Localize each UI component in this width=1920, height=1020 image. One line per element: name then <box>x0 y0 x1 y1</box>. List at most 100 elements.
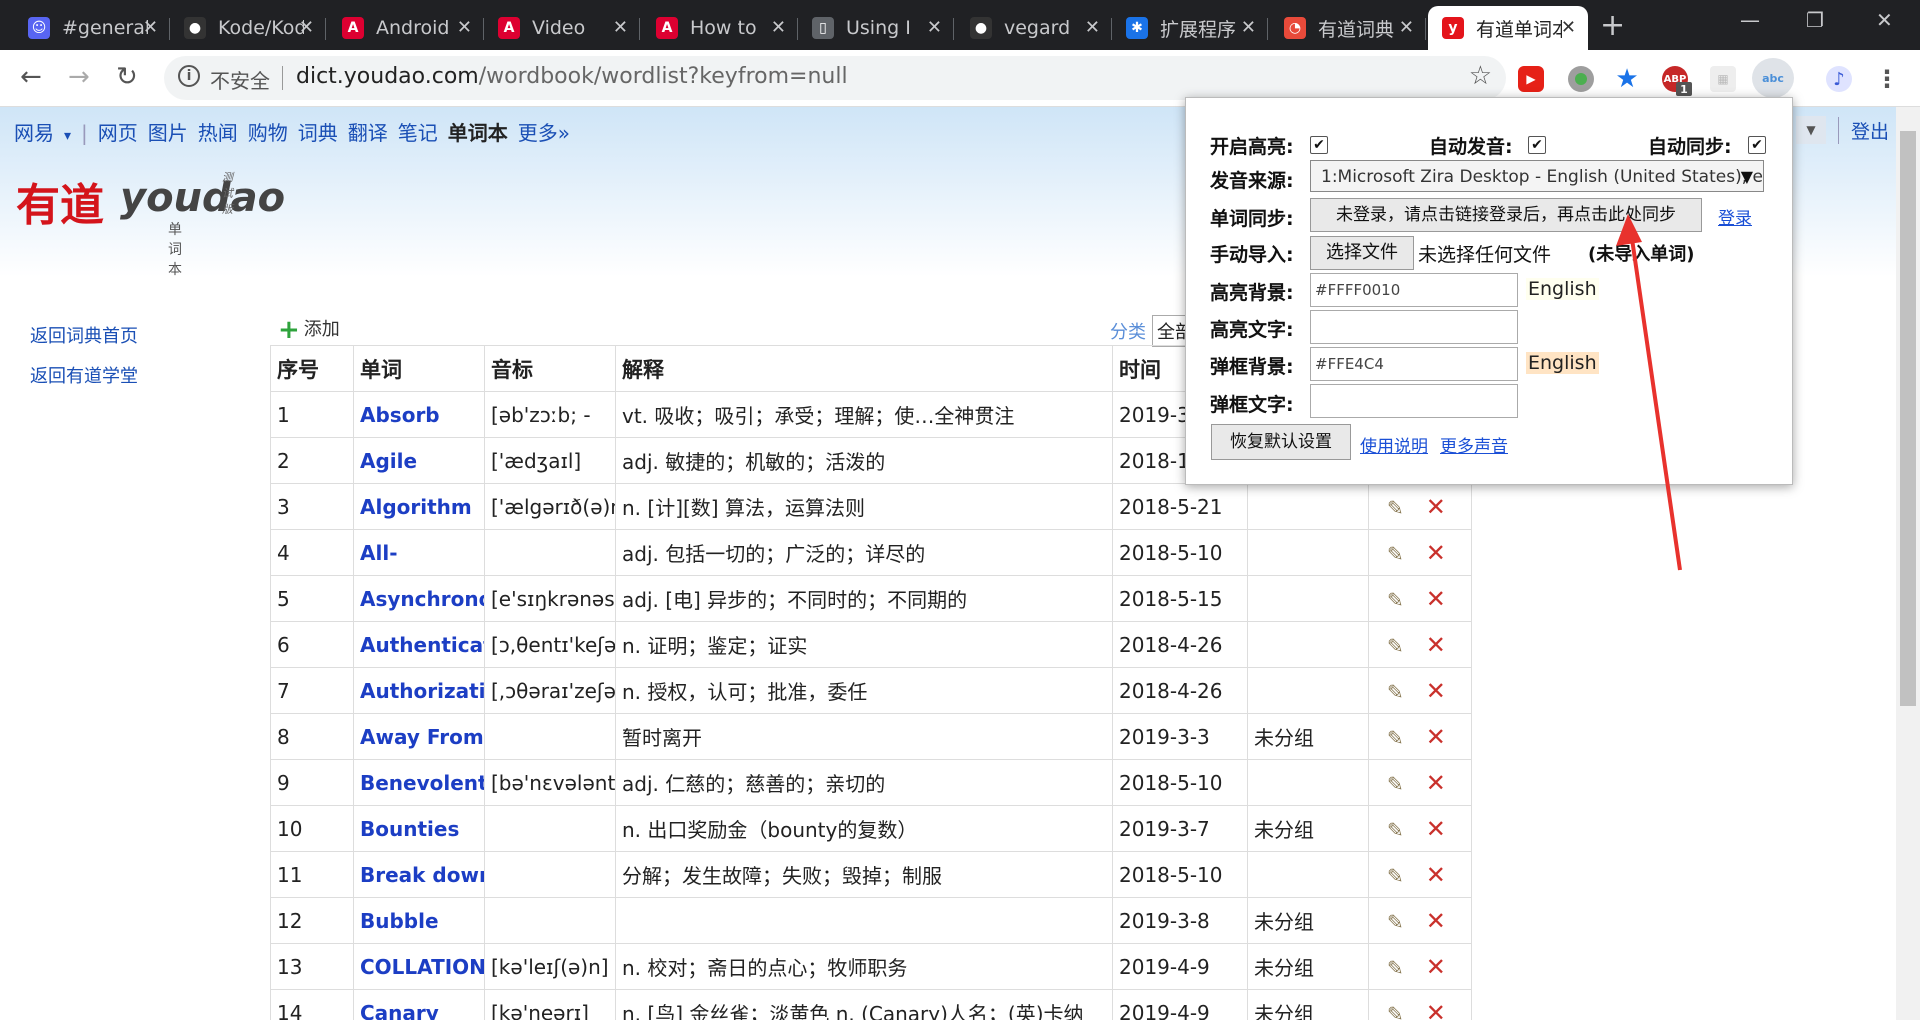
youdao-extension-icon[interactable]: abc <box>1752 58 1794 98</box>
delete-x-icon[interactable]: ✕ <box>1426 769 1446 797</box>
reload-icon[interactable]: ↻ <box>116 62 138 92</box>
row-word[interactable]: Away From <box>353 713 485 760</box>
reset-defaults-button[interactable]: 恢复默认设置 <box>1211 424 1351 460</box>
row-word[interactable]: Canary <box>353 989 485 1020</box>
row-word[interactable]: Bubble <box>353 897 485 944</box>
edit-pencil-icon[interactable]: ✎ <box>1387 910 1404 934</box>
minimize-icon[interactable]: — <box>1740 8 1760 32</box>
nav-item-netease[interactable]: 网易 ▾ <box>14 121 71 145</box>
close-tab-icon[interactable]: ✕ <box>1399 17 1414 38</box>
logout-link[interactable]: 登出 <box>1838 116 1889 144</box>
sync-button[interactable]: 未登录，请点击链接登录后，再点击此处同步 <box>1310 198 1702 232</box>
delete-x-icon[interactable]: ✕ <box>1426 953 1446 981</box>
delete-x-icon[interactable]: ✕ <box>1426 861 1446 889</box>
scrollbar-thumb[interactable] <box>1900 131 1916 706</box>
edit-pencil-icon[interactable]: ✎ <box>1387 588 1404 612</box>
row-word[interactable]: Authorization <box>353 667 485 714</box>
delete-x-icon[interactable]: ✕ <box>1426 999 1446 1020</box>
close-tab-icon[interactable]: ✕ <box>1241 17 1256 38</box>
edit-pencil-icon[interactable]: ✎ <box>1387 542 1404 566</box>
delete-x-icon[interactable]: ✕ <box>1426 539 1446 567</box>
youtube-extension-icon[interactable]: ▶ <box>1518 66 1544 92</box>
browser-tab[interactable]: ● vegard ✕ <box>956 6 1112 50</box>
url-text[interactable]: dict.youdao.com/wordbook/wordlist?keyfro… <box>296 64 848 89</box>
browser-tab[interactable]: ▯ Using I ✕ <box>798 6 954 50</box>
nav-item-news[interactable]: 热闻 <box>198 121 238 145</box>
nav-item-more[interactable]: 更多» <box>518 121 570 145</box>
close-tab-icon[interactable]: ✕ <box>1561 17 1576 38</box>
delete-x-icon[interactable]: ✕ <box>1426 723 1446 751</box>
row-word[interactable]: Authentication <box>353 621 485 668</box>
popup-bg-input[interactable]: #FFE4C4 <box>1310 347 1518 381</box>
auto-speak-checkbox[interactable]: ✔ <box>1528 136 1546 154</box>
nav-item-translate[interactable]: 翻译 <box>348 121 388 145</box>
row-word[interactable]: Benevolent <box>353 759 485 806</box>
more-voices-link[interactable]: 更多声音 <box>1440 432 1508 457</box>
close-tab-icon[interactable]: ✕ <box>457 17 472 38</box>
bookmark-star-icon[interactable]: ☆ <box>1469 61 1492 91</box>
edit-pencil-icon[interactable]: ✎ <box>1387 864 1404 888</box>
edit-pencil-icon[interactable]: ✎ <box>1387 818 1404 842</box>
nav-item-shopping[interactable]: 购物 <box>248 121 288 145</box>
star-extension-icon[interactable]: ★ <box>1614 64 1640 94</box>
nav-item-dict[interactable]: 词典 <box>298 121 338 145</box>
row-word[interactable]: Agile <box>353 437 485 484</box>
close-window-icon[interactable]: ✕ <box>1876 8 1893 32</box>
browser-tab[interactable]: A Video ✕ <box>484 6 640 50</box>
browser-tab[interactable]: A How to ✕ <box>642 6 798 50</box>
delete-x-icon[interactable]: ✕ <box>1426 631 1446 659</box>
delete-x-icon[interactable]: ✕ <box>1426 677 1446 705</box>
forward-icon[interactable]: → <box>68 62 90 92</box>
popup-text-input[interactable] <box>1310 384 1518 418</box>
delete-x-icon[interactable]: ✕ <box>1426 815 1446 843</box>
youdao-logo[interactable]: 有道 youdao 测试版 单词本 <box>16 169 285 278</box>
edit-pencil-icon[interactable]: ✎ <box>1387 1002 1404 1020</box>
browser-tab[interactable]: ● Kode/Kode✕ <box>170 6 326 50</box>
browser-tab[interactable]: ◔ 有道词典 ✕ <box>1270 6 1426 50</box>
back-to-dict-link[interactable]: 返回词典首页 <box>30 317 138 357</box>
nav-item-wordbook[interactable]: 单词本 <box>448 121 508 145</box>
close-tab-icon[interactable]: ✕ <box>1085 17 1100 38</box>
close-tab-icon[interactable]: ✕ <box>771 17 786 38</box>
help-link[interactable]: 使用说明 <box>1360 432 1428 457</box>
back-to-school-link[interactable]: 返回有道学堂 <box>30 357 138 397</box>
delete-x-icon[interactable]: ✕ <box>1426 493 1446 521</box>
grid-extension-icon[interactable]: ▦ <box>1710 66 1736 92</box>
row-word[interactable]: Absorb <box>353 391 485 438</box>
edit-pencil-icon[interactable]: ✎ <box>1387 772 1404 796</box>
highlight-on-checkbox[interactable]: ✔ <box>1310 136 1328 154</box>
highlight-bg-input[interactable]: #FFFF0010 <box>1310 273 1518 307</box>
auto-sync-checkbox[interactable]: ✔ <box>1748 136 1766 154</box>
browser-tab[interactable]: ☺ #general ✕ <box>14 6 170 50</box>
page-scrollbar[interactable] <box>1896 107 1920 1020</box>
edit-pencil-icon[interactable]: ✎ <box>1387 956 1404 980</box>
back-icon[interactable]: ← <box>20 62 42 92</box>
add-word-button[interactable]: + 添加 <box>278 315 340 345</box>
music-extension-icon[interactable]: ♪ <box>1826 66 1852 92</box>
browser-tab[interactable]: y 有道单词本 ✕ <box>1428 6 1588 50</box>
row-word[interactable]: Break down <box>353 851 485 898</box>
delete-x-icon[interactable]: ✕ <box>1426 585 1446 613</box>
nav-item-web[interactable]: 网页 <box>98 121 138 145</box>
close-tab-icon[interactable]: ✕ <box>143 17 158 38</box>
nav-item-notes[interactable]: 笔记 <box>398 121 438 145</box>
edit-pencil-icon[interactable]: ✎ <box>1387 680 1404 704</box>
new-tab-button[interactable]: + <box>1600 8 1625 43</box>
choose-file-button[interactable]: 选择文件 <box>1310 236 1414 270</box>
address-bar[interactable]: i 不安全 dict.youdao.com/wordbook/wordlist?… <box>164 56 1506 100</box>
edit-pencil-icon[interactable]: ✎ <box>1387 726 1404 750</box>
row-word[interactable]: All- <box>353 529 485 576</box>
menu-icon[interactable]: ⋮ <box>1874 65 1900 93</box>
close-tab-icon[interactable]: ✕ <box>613 17 628 38</box>
close-tab-icon[interactable]: ✕ <box>299 17 314 38</box>
row-word[interactable]: Asynchronous <box>353 575 485 622</box>
browser-tab[interactable]: A Android ✕ <box>328 6 484 50</box>
edit-pencil-icon[interactable]: ✎ <box>1387 634 1404 658</box>
row-word[interactable]: Algorithm <box>353 483 485 530</box>
login-link[interactable]: 登录 <box>1718 204 1752 229</box>
row-word[interactable]: COLLATION <box>353 943 485 990</box>
user-dropdown[interactable]: ▼ <box>1796 116 1826 144</box>
restore-icon[interactable]: ❐ <box>1806 8 1824 32</box>
nav-item-images[interactable]: 图片 <box>148 121 188 145</box>
highlight-text-input[interactable] <box>1310 310 1518 344</box>
